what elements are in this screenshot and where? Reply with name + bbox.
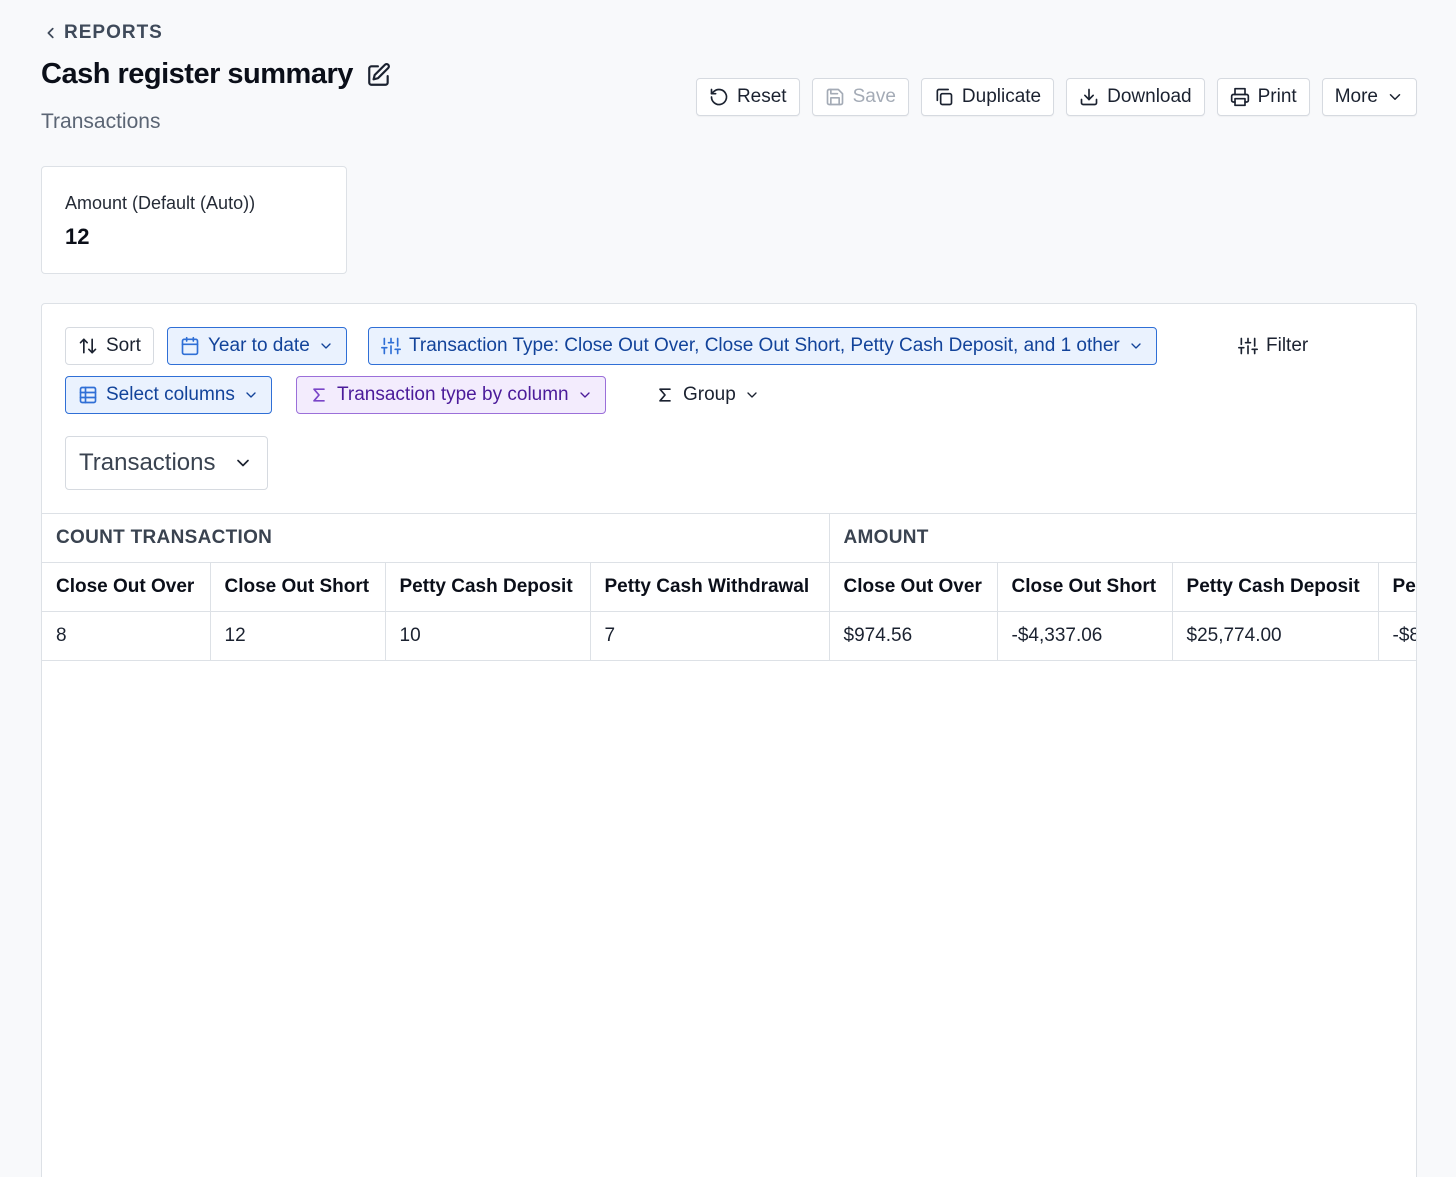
column-header[interactable]: Close Out Over xyxy=(828,562,998,612)
stat-label: Amount (Default (Auto)) xyxy=(65,193,256,213)
group-button[interactable]: Group xyxy=(642,376,773,414)
column-header[interactable]: Close Out Over xyxy=(42,562,211,612)
reset-icon xyxy=(710,88,728,106)
copy-icon xyxy=(936,88,953,106)
sliders-icon xyxy=(381,337,401,355)
page-title: Cash register summary xyxy=(41,58,353,90)
chevron-down-icon xyxy=(237,459,249,467)
save-button[interactable]: Save xyxy=(811,78,909,116)
report-panel: Sort Year to date Transaction Type: Clos… xyxy=(41,303,1417,1177)
print-label: Print xyxy=(1257,86,1297,107)
filter-button[interactable]: Filter xyxy=(1225,327,1321,365)
table-cell: 7 xyxy=(589,611,830,661)
printer-icon xyxy=(1230,87,1249,107)
group-label: Group xyxy=(683,384,736,405)
chevron-down-icon xyxy=(747,392,757,398)
group-header-amount: AMOUNT xyxy=(828,513,1416,563)
report-table: COUNT TRANSACTION AMOUNT Close Out Over … xyxy=(42,513,1416,661)
pivot-by-column-label: Transaction type by column xyxy=(337,384,569,405)
date-range-button[interactable]: Year to date xyxy=(167,327,347,365)
sort-button[interactable]: Sort xyxy=(65,327,154,365)
pivot-by-column-button[interactable]: Transaction type by column xyxy=(296,376,606,414)
sigma-icon xyxy=(313,388,325,402)
chevron-left-icon xyxy=(47,27,54,39)
date-range-label: Year to date xyxy=(208,335,310,356)
chevron-down-icon xyxy=(321,343,331,349)
edit-title-button[interactable] xyxy=(365,61,393,89)
save-label: Save xyxy=(852,86,896,107)
table-cell: -$4,337.06 xyxy=(996,611,1173,661)
download-label: Download xyxy=(1107,86,1192,107)
save-icon xyxy=(826,88,843,106)
transaction-type-filter-label: Transaction Type: Close Out Over, Close … xyxy=(409,335,1120,356)
more-label: More xyxy=(1334,86,1378,107)
table-cell: $974.56 xyxy=(828,611,998,661)
pencil-edit-icon xyxy=(368,62,390,86)
action-toolbar: Reset Save Duplicate Download Print More xyxy=(695,78,1417,116)
chevron-down-icon xyxy=(1389,94,1401,100)
group-header-count: COUNT TRANSACTION xyxy=(42,513,830,563)
sigma-icon xyxy=(659,388,671,402)
table-cell: 10 xyxy=(384,611,591,661)
column-header[interactable]: Petty Cash Withdrawal xyxy=(1377,562,1416,612)
table-cell: -$8 xyxy=(1377,611,1416,661)
duplicate-label: Duplicate xyxy=(961,86,1042,107)
transaction-type-filter-button[interactable]: Transaction Type: Close Out Over, Close … xyxy=(368,327,1157,365)
view-select-value: Transactions xyxy=(79,449,216,476)
table-group-header-row: COUNT TRANSACTION AMOUNT xyxy=(42,513,1416,563)
duplicate-button[interactable]: Duplicate xyxy=(920,78,1055,116)
reset-label: Reset xyxy=(736,86,787,107)
table-row: 8 12 10 7 $974.56 -$4,337.06 $25,774.00 … xyxy=(42,611,1416,661)
chevron-down-icon xyxy=(246,392,256,398)
chevron-down-icon xyxy=(579,392,590,398)
sort-label: Sort xyxy=(106,335,141,356)
chevron-down-icon xyxy=(1131,343,1141,349)
table-cell: $25,774.00 xyxy=(1171,611,1379,661)
download-icon xyxy=(1080,88,1098,106)
column-header[interactable]: Close Out Short xyxy=(996,562,1173,612)
breadcrumb-label: REPORTS xyxy=(64,22,163,43)
column-header[interactable]: Petty Cash Deposit xyxy=(1171,562,1379,612)
title-row: Cash register summary xyxy=(41,58,393,91)
column-header[interactable]: Petty Cash Withdrawal xyxy=(589,562,830,612)
stat-card: Amount (Default (Auto)) 12 xyxy=(41,166,347,274)
reset-button[interactable]: Reset xyxy=(695,78,800,116)
column-header[interactable]: Petty Cash Deposit xyxy=(384,562,591,612)
view-select[interactable]: Transactions xyxy=(65,436,268,490)
calendar-icon xyxy=(181,336,199,356)
page-subtitle: Transactions xyxy=(41,110,161,133)
filter-label: Filter xyxy=(1266,335,1309,356)
select-columns-button[interactable]: Select columns xyxy=(65,376,272,414)
stat-value: 12 xyxy=(65,224,90,249)
column-header[interactable]: Close Out Short xyxy=(209,562,386,612)
select-columns-label: Select columns xyxy=(106,384,235,405)
table-grid-icon xyxy=(79,386,97,404)
print-button[interactable]: Print xyxy=(1216,78,1310,116)
sliders-icon xyxy=(1238,337,1258,355)
sort-arrows-icon xyxy=(79,338,97,354)
download-button[interactable]: Download xyxy=(1066,78,1205,116)
table-column-header-row: Close Out Over Close Out Short Petty Cas… xyxy=(42,562,1416,612)
more-button[interactable]: More xyxy=(1321,78,1417,116)
table-cell: 8 xyxy=(42,611,211,661)
table-cell: 12 xyxy=(209,611,386,661)
breadcrumb-back[interactable]: REPORTS xyxy=(44,22,163,44)
